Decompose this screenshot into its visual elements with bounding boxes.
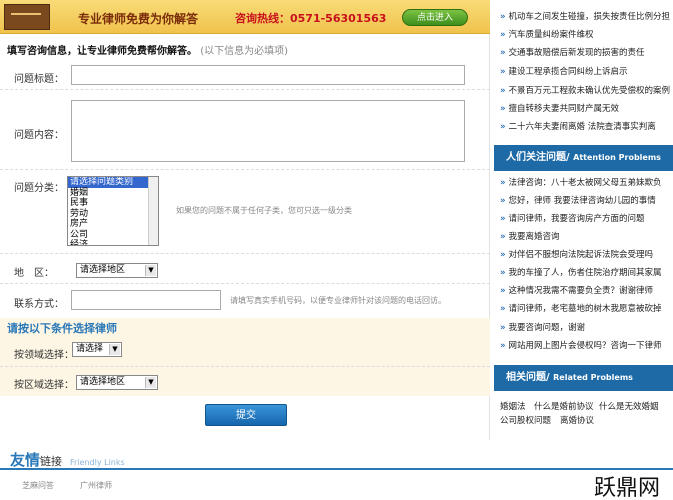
double-chevron-icon: »: [500, 196, 506, 206]
category-listbox[interactable]: 请选择问题类别 婚姻 民事 劳动 房产 公司 经济: [67, 176, 159, 246]
category-hint: 如果您的问题不属于任何子类，您可只选一级分类: [176, 206, 352, 215]
section-divider: [0, 366, 490, 367]
domain-select[interactable]: 请选择 ▼: [72, 342, 122, 357]
region-label: 地 区：: [14, 268, 54, 279]
list-item[interactable]: » 请问律师，老宅墓地的树木我愿意被砍掉: [500, 302, 670, 314]
double-chevron-icon: »: [500, 341, 506, 351]
enter-button[interactable]: 点击进入: [402, 9, 468, 26]
related-tag[interactable]: 婚姻法: [500, 400, 526, 412]
double-chevron-icon: »: [500, 122, 506, 132]
related-tag[interactable]: 离婚协议: [560, 414, 594, 426]
list-item[interactable]: » 我要咨询问题，谢谢: [500, 321, 670, 333]
chevron-down-icon[interactable]: ▼: [109, 344, 120, 355]
intro-bold: 填写咨询信息，让专业律师免费帮你解答。: [7, 46, 197, 57]
list-item[interactable]: » 交通事故赔偿后新发现的损害的责任: [500, 46, 670, 58]
hotline-text: 咨询热线：0571-56301563: [235, 12, 387, 25]
category-option[interactable]: 房产: [68, 219, 158, 230]
area-select-value: 请选择地区: [80, 377, 126, 387]
category-option[interactable]: 公司: [68, 230, 158, 241]
category-option[interactable]: 经济: [68, 240, 158, 245]
list-item[interactable]: » 您好，律师 我要法律咨询幼儿园的事情: [500, 194, 670, 206]
double-chevron-icon: »: [500, 268, 506, 278]
region-select[interactable]: 请选择地区 ▼: [76, 263, 158, 278]
content-label: 问题内容：: [14, 130, 64, 141]
title-label: 问题标题：: [14, 74, 64, 85]
category-option[interactable]: 民事: [68, 198, 158, 209]
double-chevron-icon: »: [500, 67, 506, 77]
domain-select-value: 请选择: [76, 344, 104, 354]
friendly-link[interactable]: 广州律师: [80, 480, 112, 491]
category-option[interactable]: 请选择问题类别: [68, 177, 158, 188]
chevron-down-icon[interactable]: ▼: [145, 265, 156, 276]
lawyer-section-title: 请按以下条件选择律师: [7, 322, 117, 335]
related-tag[interactable]: 公司股权问题: [500, 414, 551, 426]
friendly-link[interactable]: 芝麻问答: [22, 480, 54, 491]
form-intro: 填写咨询信息，让专业律师免费帮你解答。 (以下信息为必填项): [7, 42, 288, 57]
double-chevron-icon: »: [500, 232, 506, 242]
double-chevron-icon: »: [500, 178, 506, 188]
double-chevron-icon: »: [500, 12, 506, 22]
double-chevron-icon: »: [500, 30, 506, 40]
double-chevron-icon: »: [500, 323, 506, 333]
submit-button[interactable]: 提交: [205, 404, 287, 426]
intro-note: (以下信息为必填项): [200, 46, 288, 57]
double-chevron-icon: »: [500, 86, 506, 96]
category-label: 问题分类：: [14, 183, 64, 194]
area-select[interactable]: 请选择地区 ▼: [76, 375, 158, 390]
related-tag[interactable]: 什么是无效婚姻: [599, 400, 659, 412]
list-item[interactable]: » 对伴侣不服想向法院起诉法院会受理吗: [500, 248, 670, 260]
list-item[interactable]: » 我要离婚咨询: [500, 230, 670, 242]
list-item[interactable]: » 汽车质量纠纷案件维权: [500, 28, 670, 40]
banner-title: 专业律师免费为你解答: [78, 12, 199, 26]
category-option[interactable]: 劳动: [68, 209, 158, 220]
list-item[interactable]: » 请问律师，我要咨询房产方面的问题: [500, 212, 670, 224]
contact-input[interactable]: [71, 290, 221, 310]
list-item[interactable]: » 擅自转移夫妻共同财产属无效: [500, 102, 670, 114]
double-chevron-icon: »: [500, 48, 506, 58]
contact-label: 联系方式：: [14, 299, 64, 310]
friendly-links-title: 友情链接 Friendly Links: [10, 451, 125, 469]
chevron-down-icon[interactable]: ▼: [145, 377, 156, 388]
double-chevron-icon: »: [500, 304, 506, 314]
contact-hint: 请填写真实手机号码，以便专业律师针对该问题的电话回访。: [230, 296, 446, 305]
region-row: [0, 254, 490, 284]
list-item[interactable]: » 二十六年夫妻闹离婚 法院查清事实判离: [500, 120, 670, 132]
list-item[interactable]: » 建设工程承揽合同纠纷上诉启示: [500, 65, 670, 77]
region-select-value: 请选择地区: [80, 265, 126, 275]
related-section-header: 相关问题/ Related Problems: [494, 365, 673, 391]
list-item[interactable]: » 不景百万元工程款未确认优先受偿权的案例: [500, 84, 670, 96]
list-item[interactable]: » 网站用网上图片会侵权吗？咨询一下律师: [500, 339, 670, 351]
list-item[interactable]: » 这种情况我需不需要负全责？谢谢律师: [500, 284, 670, 296]
double-chevron-icon: »: [500, 250, 506, 260]
double-chevron-icon: »: [500, 286, 506, 296]
listbox-scrollbar[interactable]: [148, 177, 158, 245]
list-item[interactable]: » 我的车撞了人，伤者住院治疗期间其家属: [500, 266, 670, 278]
list-item[interactable]: » 法律咨询：八十老太被网父母五弟妹欺负: [500, 176, 670, 188]
content-textarea[interactable]: [71, 100, 465, 162]
focus-section-header: 人们关注问题/ Attention Problems: [494, 145, 673, 171]
promo-banner[interactable]: 专业律师免费为你解答 咨询热线：0571-56301563 点击进入: [0, 0, 490, 34]
site-watermark: 跃鼎网: [594, 476, 661, 500]
domain-label: 按领域选择：: [14, 350, 74, 361]
title-input[interactable]: [71, 65, 465, 85]
double-chevron-icon: »: [500, 214, 506, 224]
consult-form-panel: 专业律师免费为你解答 咨询热线：0571-56301563 点击进入 填写咨询信…: [0, 0, 490, 440]
double-chevron-icon: »: [500, 104, 506, 114]
sidebar: » 机动车之间发生碰撞，损失按责任比例分担 » 汽车质量纠纷案件维权 » 交通事故赔偿…: [494, 0, 673, 440]
list-item[interactable]: » 机动车之间发生碰撞，损失按责任比例分担: [500, 10, 670, 22]
area-label: 按区域选择：: [14, 380, 74, 391]
related-tag[interactable]: 什么是婚前协议: [534, 400, 594, 412]
law-book-icon: [4, 4, 50, 30]
category-option[interactable]: 婚姻: [68, 188, 158, 199]
